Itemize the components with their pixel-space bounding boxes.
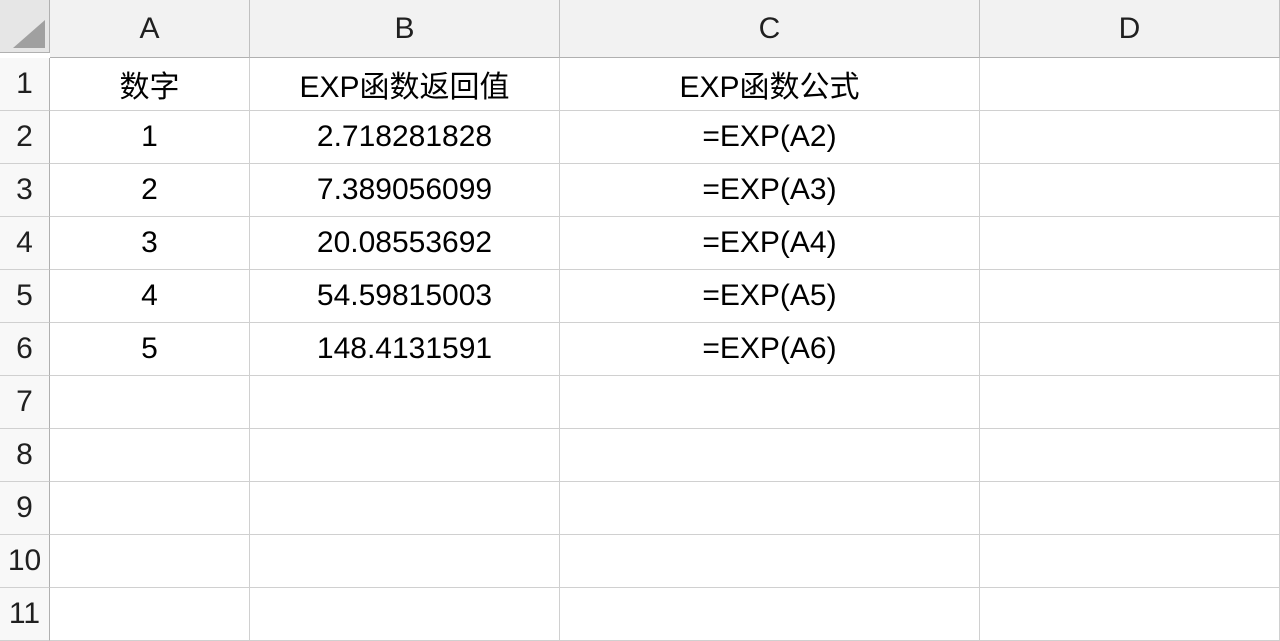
col-header-A[interactable]: A — [50, 0, 250, 58]
row-header-8[interactable]: 8 — [0, 429, 50, 482]
cell-D2[interactable] — [980, 111, 1280, 164]
cell-C9[interactable] — [560, 482, 980, 535]
col-header-D[interactable]: D — [980, 0, 1280, 58]
col-header-B[interactable]: B — [250, 0, 560, 58]
cell-B10[interactable] — [250, 535, 560, 588]
cell-A7[interactable] — [50, 376, 250, 429]
cell-D3[interactable] — [980, 164, 1280, 217]
row-header-2[interactable]: 2 — [0, 111, 50, 164]
cell-A11[interactable] — [50, 588, 250, 641]
cell-D11[interactable] — [980, 588, 1280, 641]
cell-D5[interactable] — [980, 270, 1280, 323]
select-all-corner[interactable] — [0, 0, 50, 53]
cell-B11[interactable] — [250, 588, 560, 641]
spreadsheet-grid: A B C D 1 数字 EXP函数返回值 EXP函数公式 2 1 2.7182… — [0, 0, 1280, 641]
row-header-4[interactable]: 4 — [0, 217, 50, 270]
cell-A1[interactable]: 数字 — [50, 58, 250, 111]
cell-D1[interactable] — [980, 58, 1280, 111]
cell-A9[interactable] — [50, 482, 250, 535]
cell-B3[interactable]: 7.389056099 — [250, 164, 560, 217]
cell-C1[interactable]: EXP函数公式 — [560, 58, 980, 111]
cell-D8[interactable] — [980, 429, 1280, 482]
cell-A3[interactable]: 2 — [50, 164, 250, 217]
cell-C5[interactable]: =EXP(A5) — [560, 270, 980, 323]
cell-C11[interactable] — [560, 588, 980, 641]
cell-D4[interactable] — [980, 217, 1280, 270]
cell-B4[interactable]: 20.08553692 — [250, 217, 560, 270]
row-header-7[interactable]: 7 — [0, 376, 50, 429]
cell-C2[interactable]: =EXP(A2) — [560, 111, 980, 164]
cell-B5[interactable]: 54.59815003 — [250, 270, 560, 323]
cell-D7[interactable] — [980, 376, 1280, 429]
cell-C3[interactable]: =EXP(A3) — [560, 164, 980, 217]
cell-A5[interactable]: 4 — [50, 270, 250, 323]
cell-D9[interactable] — [980, 482, 1280, 535]
cell-D6[interactable] — [980, 323, 1280, 376]
row-header-3[interactable]: 3 — [0, 164, 50, 217]
row-header-1[interactable]: 1 — [0, 58, 50, 111]
cell-B6[interactable]: 148.4131591 — [250, 323, 560, 376]
cell-C8[interactable] — [560, 429, 980, 482]
cell-A10[interactable] — [50, 535, 250, 588]
cell-A4[interactable]: 3 — [50, 217, 250, 270]
cell-C4[interactable]: =EXP(A4) — [560, 217, 980, 270]
row-header-9[interactable]: 9 — [0, 482, 50, 535]
cell-A6[interactable]: 5 — [50, 323, 250, 376]
row-header-6[interactable]: 6 — [0, 323, 50, 376]
cell-A8[interactable] — [50, 429, 250, 482]
cell-B7[interactable] — [250, 376, 560, 429]
row-header-5[interactable]: 5 — [0, 270, 50, 323]
cell-B2[interactable]: 2.718281828 — [250, 111, 560, 164]
col-header-C[interactable]: C — [560, 0, 980, 58]
cell-B9[interactable] — [250, 482, 560, 535]
cell-C10[interactable] — [560, 535, 980, 588]
cell-B1[interactable]: EXP函数返回值 — [250, 58, 560, 111]
cell-B8[interactable] — [250, 429, 560, 482]
cell-C7[interactable] — [560, 376, 980, 429]
cell-C6[interactable]: =EXP(A6) — [560, 323, 980, 376]
cell-D10[interactable] — [980, 535, 1280, 588]
row-header-11[interactable]: 11 — [0, 588, 50, 641]
cell-A2[interactable]: 1 — [50, 111, 250, 164]
row-header-10[interactable]: 10 — [0, 535, 50, 588]
